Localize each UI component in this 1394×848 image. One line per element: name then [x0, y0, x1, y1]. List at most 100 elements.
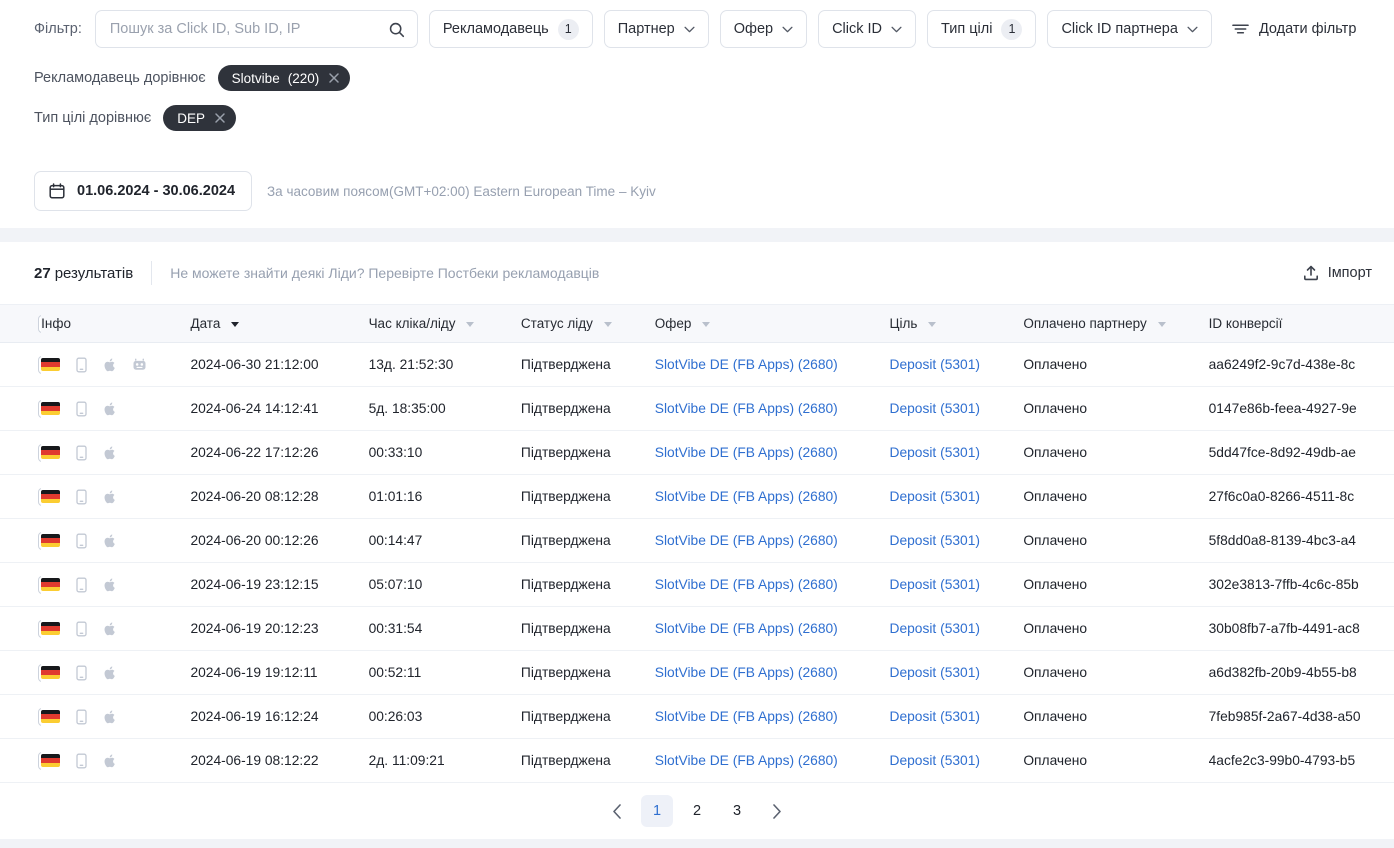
- goal-link[interactable]: Deposit (5301): [889, 709, 980, 724]
- filter-toolbar: Фільтр: Рекламодавець 1 Партнер Офер Cli…: [0, 0, 1394, 58]
- cell-info: [41, 651, 190, 695]
- goal-link[interactable]: Deposit (5301): [889, 665, 980, 680]
- cell-paid-to-partner: Оплачено: [1023, 431, 1208, 475]
- cell-goal: Deposit (5301): [889, 651, 1023, 695]
- table-row[interactable]: 2024-06-19 20:12:2300:31:54ПідтвердженаS…: [0, 607, 1394, 651]
- column-header-paid-to-partner[interactable]: Оплачено партнеру: [1023, 305, 1208, 343]
- cell-goal: Deposit (5301): [889, 431, 1023, 475]
- pagination-page-1[interactable]: 1: [641, 795, 673, 827]
- date-range-picker[interactable]: 01.06.2024 - 30.06.2024: [34, 171, 252, 211]
- column-header-offer[interactable]: Офер: [655, 305, 890, 343]
- filter-panel: Фільтр: Рекламодавець 1 Партнер Офер Cli…: [0, 0, 1394, 228]
- results-count-unit: результатів: [55, 265, 134, 282]
- filter-button-badge: 1: [1001, 19, 1022, 40]
- active-filter-goal-type: Тип цілі дорівнює DEP: [0, 98, 1394, 138]
- cell-paid-to-partner: Оплачено: [1023, 387, 1208, 431]
- column-header-date[interactable]: Дата: [190, 305, 368, 343]
- pagination-page-2[interactable]: 2: [681, 795, 713, 827]
- table-row[interactable]: 2024-06-24 14:12:415д. 18:35:00Підтвердж…: [0, 387, 1394, 431]
- offer-link[interactable]: SlotVibe DE (FB Apps) (2680): [655, 489, 838, 504]
- filter-chip-goal-type[interactable]: DEP: [163, 105, 236, 131]
- offer-link[interactable]: SlotVibe DE (FB Apps) (2680): [655, 753, 838, 768]
- cell-lead-status: Підтверджена: [521, 695, 655, 739]
- row-select-cell: [0, 695, 41, 739]
- offer-link[interactable]: SlotVibe DE (FB Apps) (2680): [655, 621, 838, 636]
- import-button[interactable]: Імпорт: [1303, 265, 1372, 281]
- cell-conversion-id: 27f6c0a0-8266-4511-8c: [1209, 475, 1394, 519]
- cell-goal: Deposit (5301): [889, 475, 1023, 519]
- goal-link[interactable]: Deposit (5301): [889, 489, 980, 504]
- cell-date: 2024-06-19 20:12:23: [190, 607, 368, 651]
- column-label: Час кліка/ліду: [369, 316, 456, 331]
- sort-arrow-icon[interactable]: [928, 322, 936, 327]
- filter-button-click-id[interactable]: Click ID: [818, 10, 916, 48]
- goal-link[interactable]: Deposit (5301): [889, 401, 980, 416]
- calendar-icon: [49, 183, 65, 199]
- goal-link[interactable]: Deposit (5301): [889, 533, 980, 548]
- filter-button-partner-click-id[interactable]: Click ID партнера: [1047, 10, 1211, 48]
- goal-link[interactable]: Deposit (5301): [889, 577, 980, 592]
- pagination-prev[interactable]: [601, 795, 633, 827]
- goal-link[interactable]: Deposit (5301): [889, 357, 980, 372]
- sort-arrow-icon[interactable]: [1158, 322, 1166, 327]
- filter-chip-value: DEP: [177, 111, 205, 126]
- cell-lead-status: Підтверджена: [521, 651, 655, 695]
- filter-button-label: Рекламодавець: [443, 21, 549, 37]
- cell-click-lead-time: 00:33:10: [369, 431, 521, 475]
- offer-link[interactable]: SlotVibe DE (FB Apps) (2680): [655, 533, 838, 548]
- filter-button-advertiser[interactable]: Рекламодавець 1: [429, 10, 593, 48]
- filter-button-offer[interactable]: Офер: [720, 10, 807, 48]
- offer-link[interactable]: SlotVibe DE (FB Apps) (2680): [655, 577, 838, 592]
- pagination-next[interactable]: [761, 795, 793, 827]
- table-row[interactable]: 2024-06-22 17:12:2600:33:10ПідтвердженаS…: [0, 431, 1394, 475]
- offer-link[interactable]: SlotVibe DE (FB Apps) (2680): [655, 709, 838, 724]
- column-header-info[interactable]: Інфо: [41, 305, 190, 343]
- column-header-lead-status[interactable]: Статус ліду: [521, 305, 655, 343]
- goal-link[interactable]: Deposit (5301): [889, 445, 980, 460]
- filter-button-partner[interactable]: Партнер: [604, 10, 709, 48]
- goal-link[interactable]: Deposit (5301): [889, 621, 980, 636]
- flag-de-icon: [41, 358, 60, 371]
- search-input[interactable]: [110, 21, 388, 37]
- filter-chip-advertiser[interactable]: Slotvibe (220): [218, 65, 351, 91]
- table-row[interactable]: 2024-06-19 16:12:2400:26:03ПідтвердженаS…: [0, 695, 1394, 739]
- mobile-icon: [74, 445, 89, 461]
- table-row[interactable]: 2024-06-30 21:12:0013д. 21:52:30Підтверд…: [0, 343, 1394, 387]
- table-row[interactable]: 2024-06-19 08:12:222д. 11:09:21Підтвердж…: [0, 739, 1394, 783]
- sort-arrow-icon[interactable]: [604, 322, 612, 327]
- column-header-click-lead-time[interactable]: Час кліка/ліду: [369, 305, 521, 343]
- offer-link[interactable]: SlotVibe DE (FB Apps) (2680): [655, 445, 838, 460]
- chevron-down-icon: [782, 26, 793, 33]
- cell-offer: SlotVibe DE (FB Apps) (2680): [655, 343, 890, 387]
- results-panel: 27результатів Не можете знайти деякі Лід…: [0, 242, 1394, 839]
- offer-link[interactable]: SlotVibe DE (FB Apps) (2680): [655, 401, 838, 416]
- column-label: Ціль: [889, 316, 917, 331]
- cell-lead-status: Підтверджена: [521, 475, 655, 519]
- filter-chip-sub: (220): [288, 71, 320, 86]
- row-select-cell: [0, 431, 41, 475]
- pagination-page-3[interactable]: 3: [721, 795, 753, 827]
- sort-arrow-icon[interactable]: [231, 322, 239, 327]
- column-header-conversion-id[interactable]: ID конверсії: [1209, 305, 1394, 343]
- table-row[interactable]: 2024-06-19 23:12:1505:07:10ПідтвердженаS…: [0, 563, 1394, 607]
- search-box[interactable]: [95, 10, 418, 48]
- table-row[interactable]: 2024-06-19 19:12:1100:52:11ПідтвердженаS…: [0, 651, 1394, 695]
- sort-arrow-icon[interactable]: [466, 322, 474, 327]
- cell-conversion-id: 4acfe2c3-99b0-4793-b5: [1209, 739, 1394, 783]
- offer-link[interactable]: SlotVibe DE (FB Apps) (2680): [655, 357, 838, 372]
- sort-arrow-icon[interactable]: [702, 322, 710, 327]
- cell-goal: Deposit (5301): [889, 563, 1023, 607]
- column-label: Офер: [655, 316, 692, 331]
- close-icon[interactable]: [328, 72, 340, 84]
- filter-button-goal-type[interactable]: Тип цілі 1: [927, 10, 1036, 48]
- offer-link[interactable]: SlotVibe DE (FB Apps) (2680): [655, 665, 838, 680]
- close-icon[interactable]: [214, 112, 226, 124]
- add-filter-button[interactable]: Додати фільтр: [1232, 21, 1356, 37]
- goal-link[interactable]: Deposit (5301): [889, 753, 980, 768]
- table-row[interactable]: 2024-06-20 00:12:2600:14:47ПідтвердженаS…: [0, 519, 1394, 563]
- cell-offer: SlotVibe DE (FB Apps) (2680): [655, 607, 890, 651]
- table-row[interactable]: 2024-06-20 08:12:2801:01:16ПідтвердженаS…: [0, 475, 1394, 519]
- cell-conversion-id: 30b08fb7-a7fb-4491-ac8: [1209, 607, 1394, 651]
- timezone-label: За часовим поясом(GMT+02:00) Eastern Eur…: [267, 184, 656, 199]
- column-header-goal[interactable]: Ціль: [889, 305, 1023, 343]
